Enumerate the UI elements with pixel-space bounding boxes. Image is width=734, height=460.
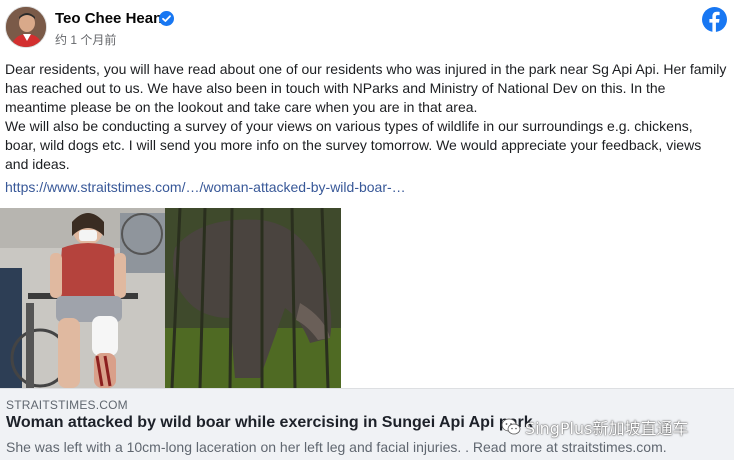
- post-paragraph: Dear residents, you will have read about…: [5, 61, 727, 115]
- post-header: Teo Chee Hean 约 1 个月前: [0, 0, 734, 56]
- post-timestamp[interactable]: 约 1 个月前: [55, 31, 116, 48]
- preview-description: She was left with a 10cm-long laceration…: [6, 439, 667, 455]
- post-body: Dear residents, you will have read about…: [5, 60, 727, 174]
- preview-source: STRAITSTIMES.COM: [6, 398, 128, 412]
- facebook-logo-icon[interactable]: [702, 7, 727, 33]
- verified-badge-icon: [159, 11, 174, 26]
- preview-image[interactable]: [0, 208, 341, 388]
- author-avatar[interactable]: [5, 6, 47, 48]
- author-name[interactable]: Teo Chee Hean: [55, 10, 162, 27]
- post-paragraph: We will also be conducting a survey of y…: [5, 118, 702, 172]
- preview-headline[interactable]: Woman attacked by wild boar while exerci…: [6, 414, 533, 432]
- watermark-text: SingPlus新加坡直通车: [525, 419, 689, 438]
- watermark: SingPlus新加坡直通车: [501, 415, 688, 439]
- wechat-icon: [501, 417, 521, 437]
- article-link[interactable]: https://www.straitstimes.com/…/woman-att…: [5, 179, 406, 195]
